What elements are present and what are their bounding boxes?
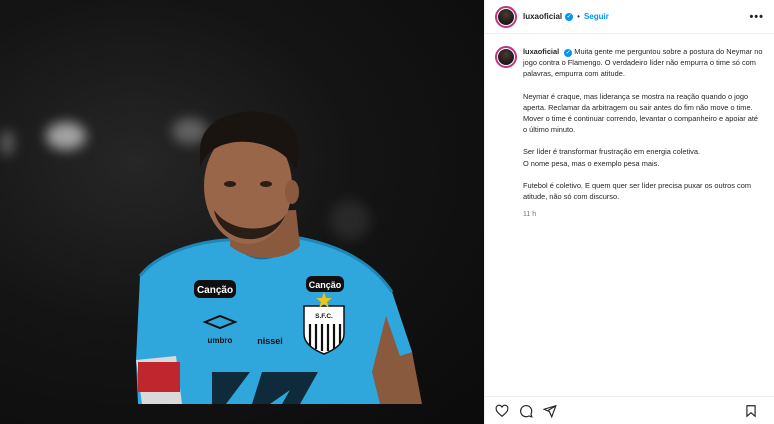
captain-armband (138, 362, 180, 392)
bookmark-icon[interactable] (744, 404, 758, 418)
post-header: luxaoficial ✓ • Seguir ••• (485, 0, 774, 34)
caption-username[interactable]: luxaoficial (523, 47, 559, 56)
verified-badge-icon: ✓ (565, 12, 574, 21)
sponsor-text-left: Canção (197, 285, 233, 296)
caption-paragraph-4: Futebol é coletivo. E quem quer ser líde… (523, 180, 751, 202)
heart-icon[interactable] (495, 404, 509, 418)
separator-dot: • (577, 12, 580, 21)
post-username[interactable]: luxaoficial (523, 12, 562, 21)
jersey-number (212, 372, 318, 404)
post-photo[interactable]: Canção Canção umbro nissei S.F.C. (0, 0, 484, 424)
caption-line: Ser líder é transformar frustração em en… (523, 147, 701, 157)
comment-icon[interactable] (519, 404, 533, 418)
follow-button[interactable]: Seguir (584, 12, 609, 21)
avatar[interactable] (495, 5, 517, 28)
sponsor-text-right: Canção (309, 280, 342, 290)
caption-line: O nome pesa, mas o exemplo pesa mais. (523, 158, 660, 168)
caption-paragraph-1: Muita gente me perguntou sobre a postura… (523, 47, 763, 79)
caption-paragraph-3: Ser líder é transformar frustração em en… (523, 146, 764, 168)
player-illustration: Canção Canção umbro nissei S.F.C. (136, 111, 422, 404)
action-bar (485, 396, 774, 424)
brand-text: umbro (208, 336, 233, 345)
post-timestamp[interactable]: 11 h (523, 209, 764, 220)
share-icon[interactable] (542, 404, 557, 418)
verified-badge-icon: ✓ (564, 49, 573, 57)
sponsor-text-center: nissei (257, 336, 283, 346)
post-details-pane: luxaoficial ✓ • Seguir ••• luxaoficial ✓… (484, 0, 774, 424)
caption-avatar[interactable] (495, 46, 517, 68)
crest-text: S.F.C. (315, 313, 333, 320)
caption-paragraph-2: Neymar é craque, mas liderança se mostra… (523, 91, 758, 135)
more-options-icon[interactable]: ••• (749, 11, 764, 23)
caption-text: luxaoficial ✓ Muita gente me perguntou s… (523, 46, 764, 220)
caption-block: luxaoficial ✓ Muita gente me perguntou s… (485, 34, 774, 220)
caption-paragraph: luxaoficial ✓ Muita gente me perguntou s… (523, 46, 764, 80)
